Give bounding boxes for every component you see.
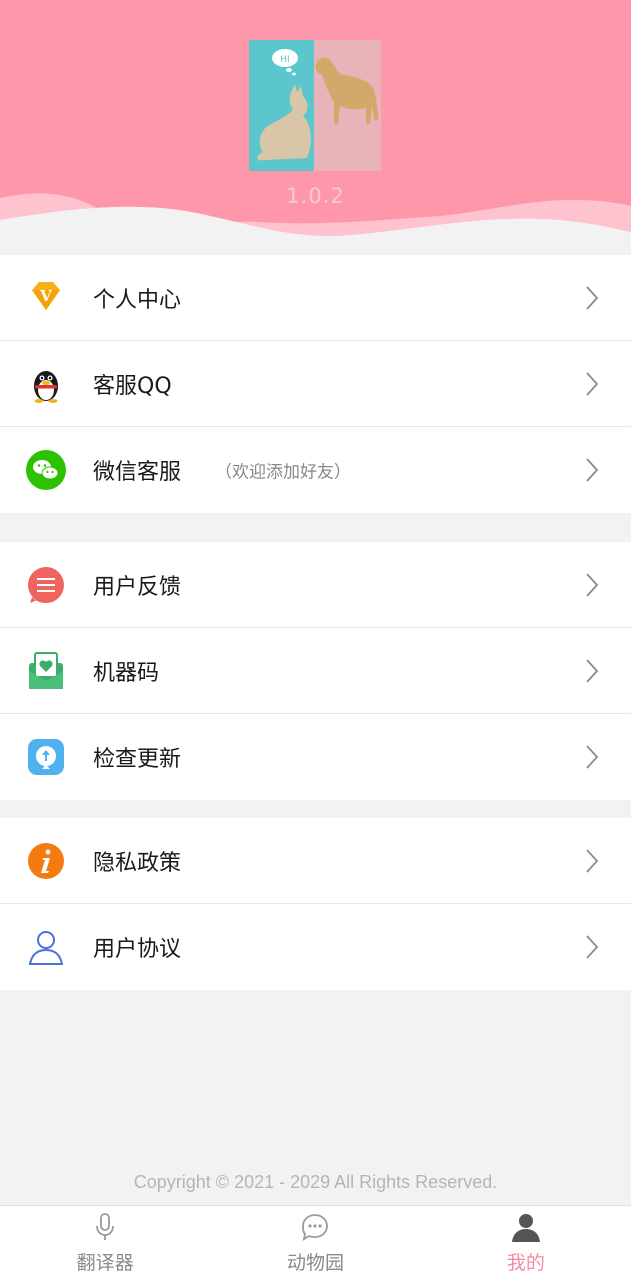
- svg-text:HI: HI: [280, 55, 289, 65]
- menu-item-check-update[interactable]: 检查更新: [0, 714, 631, 800]
- feedback-icon: [26, 565, 66, 605]
- menu-label: 检查更新: [93, 747, 182, 772]
- qq-penguin-icon: [26, 364, 66, 404]
- profile-header: HI 1.0.2: [0, 0, 631, 255]
- menu-label: 用户协议: [93, 937, 182, 962]
- chevron-right-icon: [586, 285, 599, 310]
- machine-code-icon: [26, 651, 66, 691]
- app-logo: HI: [249, 40, 381, 171]
- menu-item-personal-center[interactable]: V 个人中心: [0, 255, 631, 341]
- tab-label: 动物园: [286, 1252, 344, 1274]
- tab-label: 我的: [506, 1252, 545, 1274]
- menu-group-tools: 用户反馈 机器码 检查更新: [0, 542, 631, 800]
- chevron-right-icon: [586, 745, 599, 769]
- chat-bubble-icon: [302, 1214, 329, 1241]
- copyright-text: Copyright © 2021 - 2029 All Rights Reser…: [133, 1172, 498, 1192]
- microphone-icon: [96, 1213, 115, 1240]
- menu-item-feedback[interactable]: 用户反馈: [0, 542, 631, 628]
- menu-sublabel: （欢迎添加好友）: [215, 462, 351, 483]
- menu-item-qq-support[interactable]: 客服QQ: [0, 341, 631, 427]
- wechat-icon: [26, 450, 66, 490]
- menu-item-wechat-support[interactable]: 微信客服 （欢迎添加好友）: [0, 427, 631, 513]
- chevron-right-icon: [586, 935, 599, 959]
- menu-item-machine-code[interactable]: 机器码: [0, 628, 631, 714]
- vip-diamond-icon: V: [26, 278, 66, 318]
- chevron-right-icon: [586, 458, 599, 482]
- menu-item-privacy-policy[interactable]: 隐私政策: [0, 818, 631, 904]
- chevron-right-icon: [586, 371, 599, 396]
- user-icon: [26, 927, 66, 967]
- chevron-right-icon: [586, 572, 599, 597]
- menu-label: 个人中心: [93, 287, 182, 313]
- tab-zoo[interactable]: 动物园: [210, 1206, 420, 1281]
- menu-group-legal: 隐私政策 用户协议: [0, 818, 631, 990]
- info-icon: [26, 841, 66, 881]
- menu-label: 隐私政策: [93, 850, 182, 876]
- menu-item-user-agreement[interactable]: 用户协议: [0, 904, 631, 990]
- update-icon: [26, 737, 66, 777]
- tab-label: 翻译器: [76, 1252, 134, 1274]
- menu-label: 客服QQ: [93, 373, 172, 399]
- tab-translator[interactable]: 翻译器: [0, 1206, 210, 1281]
- menu-group-account: V 个人中心 客服QQ 微信客服 （欢迎添加好友）: [0, 255, 631, 513]
- chevron-right-icon: [586, 848, 599, 873]
- chevron-right-icon: [586, 658, 599, 683]
- menu-label: 微信客服: [93, 460, 182, 485]
- bottom-tab-bar: 翻译器 动物园 我的: [0, 1205, 631, 1281]
- person-icon: [511, 1214, 540, 1242]
- menu-label: 机器码: [93, 660, 160, 686]
- svg-text:V: V: [39, 287, 52, 305]
- menu-label: 用户反馈: [93, 574, 182, 600]
- app-version: 1.0.2: [286, 184, 345, 208]
- tab-mine[interactable]: 我的: [421, 1206, 631, 1281]
